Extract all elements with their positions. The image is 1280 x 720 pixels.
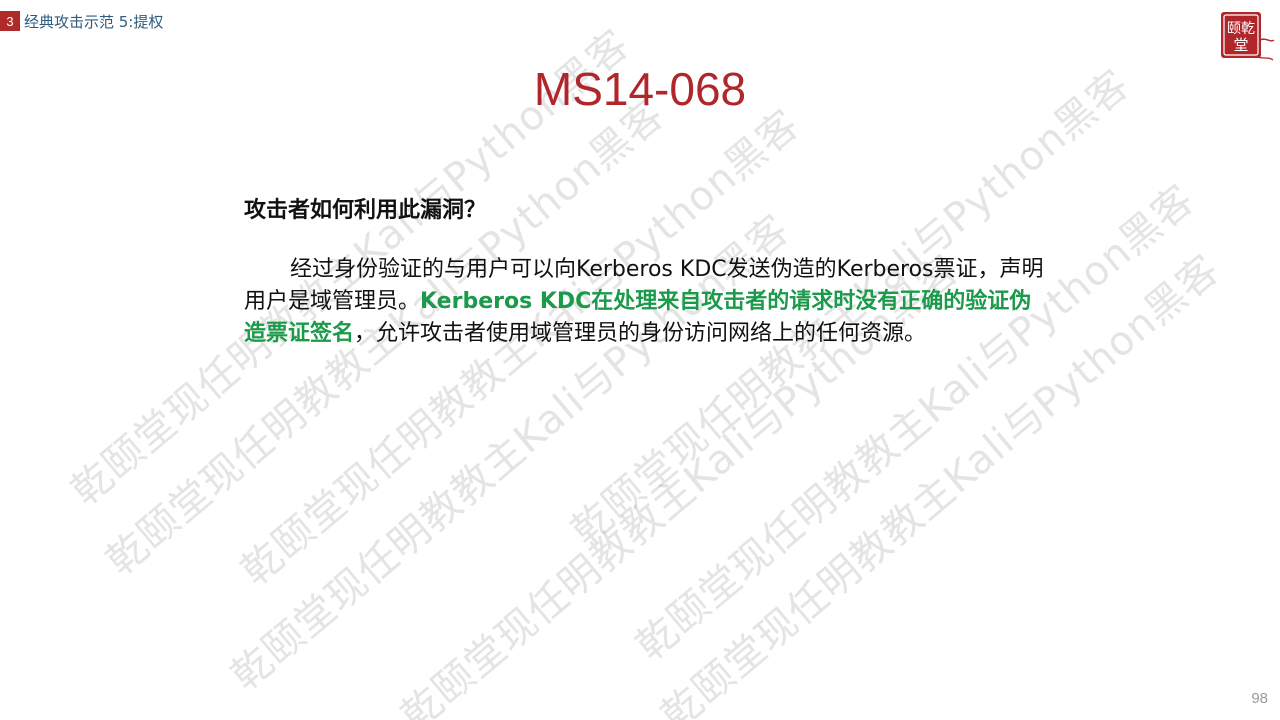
section-header: 3 经典攻击示范 5:提权 [0,11,163,31]
logo-text-top: 颐乾 [1227,21,1255,37]
section-title: 经典攻击示范 5:提权 [24,12,164,31]
slide: 乾颐堂现任明教教主Kali与Python黑客 乾颐堂现任明教教主Kali与Pyt… [0,0,1280,720]
logo-seal-icon: 颐乾 堂 [1218,10,1276,64]
paragraph-text-part2: ，允许攻击者使用域管理员的身份访问网络上的任何资源。 [354,321,927,346]
question-heading: 攻击者如何利用此漏洞？ [244,197,487,223]
page-number: 98 [1251,690,1268,707]
logo-text-bottom: 堂 [1233,36,1248,54]
watermark-text: 乾颐堂现任明教教主Kali与Python黑客 [627,176,1204,670]
body-paragraph: 经过身份验证的与用户可以向Kerberos KDC发送伪造的Kerberos票证… [244,254,1044,350]
section-number-badge: 3 [0,11,20,31]
slide-title: MS14-068 [533,63,747,115]
